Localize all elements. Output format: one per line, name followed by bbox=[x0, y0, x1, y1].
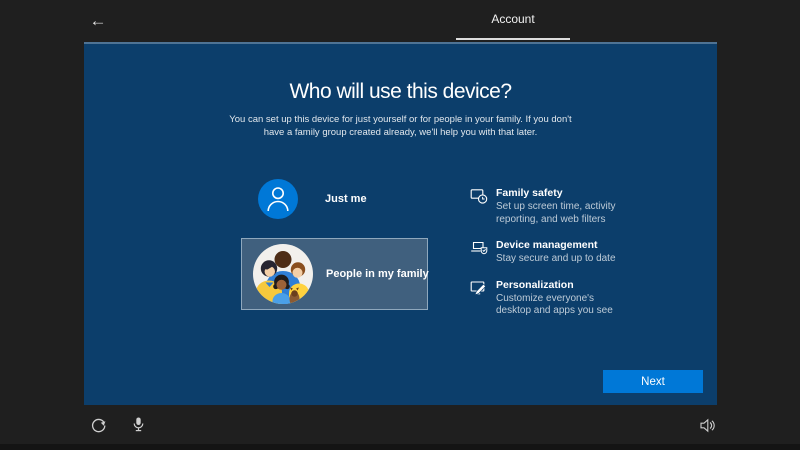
feature-description: Customize everyone's desktop and apps yo… bbox=[496, 292, 613, 317]
option-family-label: People in my family bbox=[326, 268, 429, 280]
option-just-me-label: Just me bbox=[325, 193, 367, 205]
feature-description: Set up screen time, activity reporting, … bbox=[496, 201, 616, 225]
system-bar bbox=[0, 405, 800, 450]
option-just-me[interactable]: Just me bbox=[241, 176, 428, 222]
account-options: Just me People in my family bbox=[241, 176, 429, 310]
tab-account: Account bbox=[456, 0, 570, 40]
volume-icon[interactable] bbox=[699, 417, 716, 434]
screen-bottom-edge bbox=[0, 444, 800, 450]
feature-device-management: Device management Stay secure and up to … bbox=[470, 239, 635, 266]
feature-title: Family safety bbox=[496, 187, 563, 199]
screen-clock-icon bbox=[470, 189, 488, 204]
microphone-icon[interactable] bbox=[130, 416, 147, 433]
next-button[interactable]: Next bbox=[603, 370, 703, 393]
feature-list: Family safety Set up screen time, activi… bbox=[470, 187, 635, 318]
setup-panel: Who will use this device? You can set up… bbox=[84, 42, 717, 405]
feature-description: Stay secure and up to date bbox=[496, 253, 616, 264]
back-button[interactable]: ← bbox=[86, 11, 110, 31]
option-people-in-my-family[interactable]: People in my family bbox=[241, 238, 429, 310]
screen-pencil-icon bbox=[470, 280, 487, 295]
family-illustration bbox=[253, 244, 313, 304]
page-subtitle: You can set up this device for just your… bbox=[229, 114, 572, 138]
person-icon bbox=[258, 179, 298, 219]
feature-title: Personalization bbox=[496, 278, 574, 291]
feature-title: Device management bbox=[496, 239, 598, 251]
ease-of-access-icon[interactable] bbox=[90, 417, 107, 434]
feature-personalization: Personalization Customize everyone's des… bbox=[470, 279, 635, 318]
feature-family-safety: Family safety Set up screen time, activi… bbox=[470, 187, 635, 226]
window-titlebar: ← Account bbox=[0, 0, 800, 42]
laptop-shield-icon bbox=[471, 241, 488, 255]
page-title: Who will use this device? bbox=[289, 80, 512, 103]
